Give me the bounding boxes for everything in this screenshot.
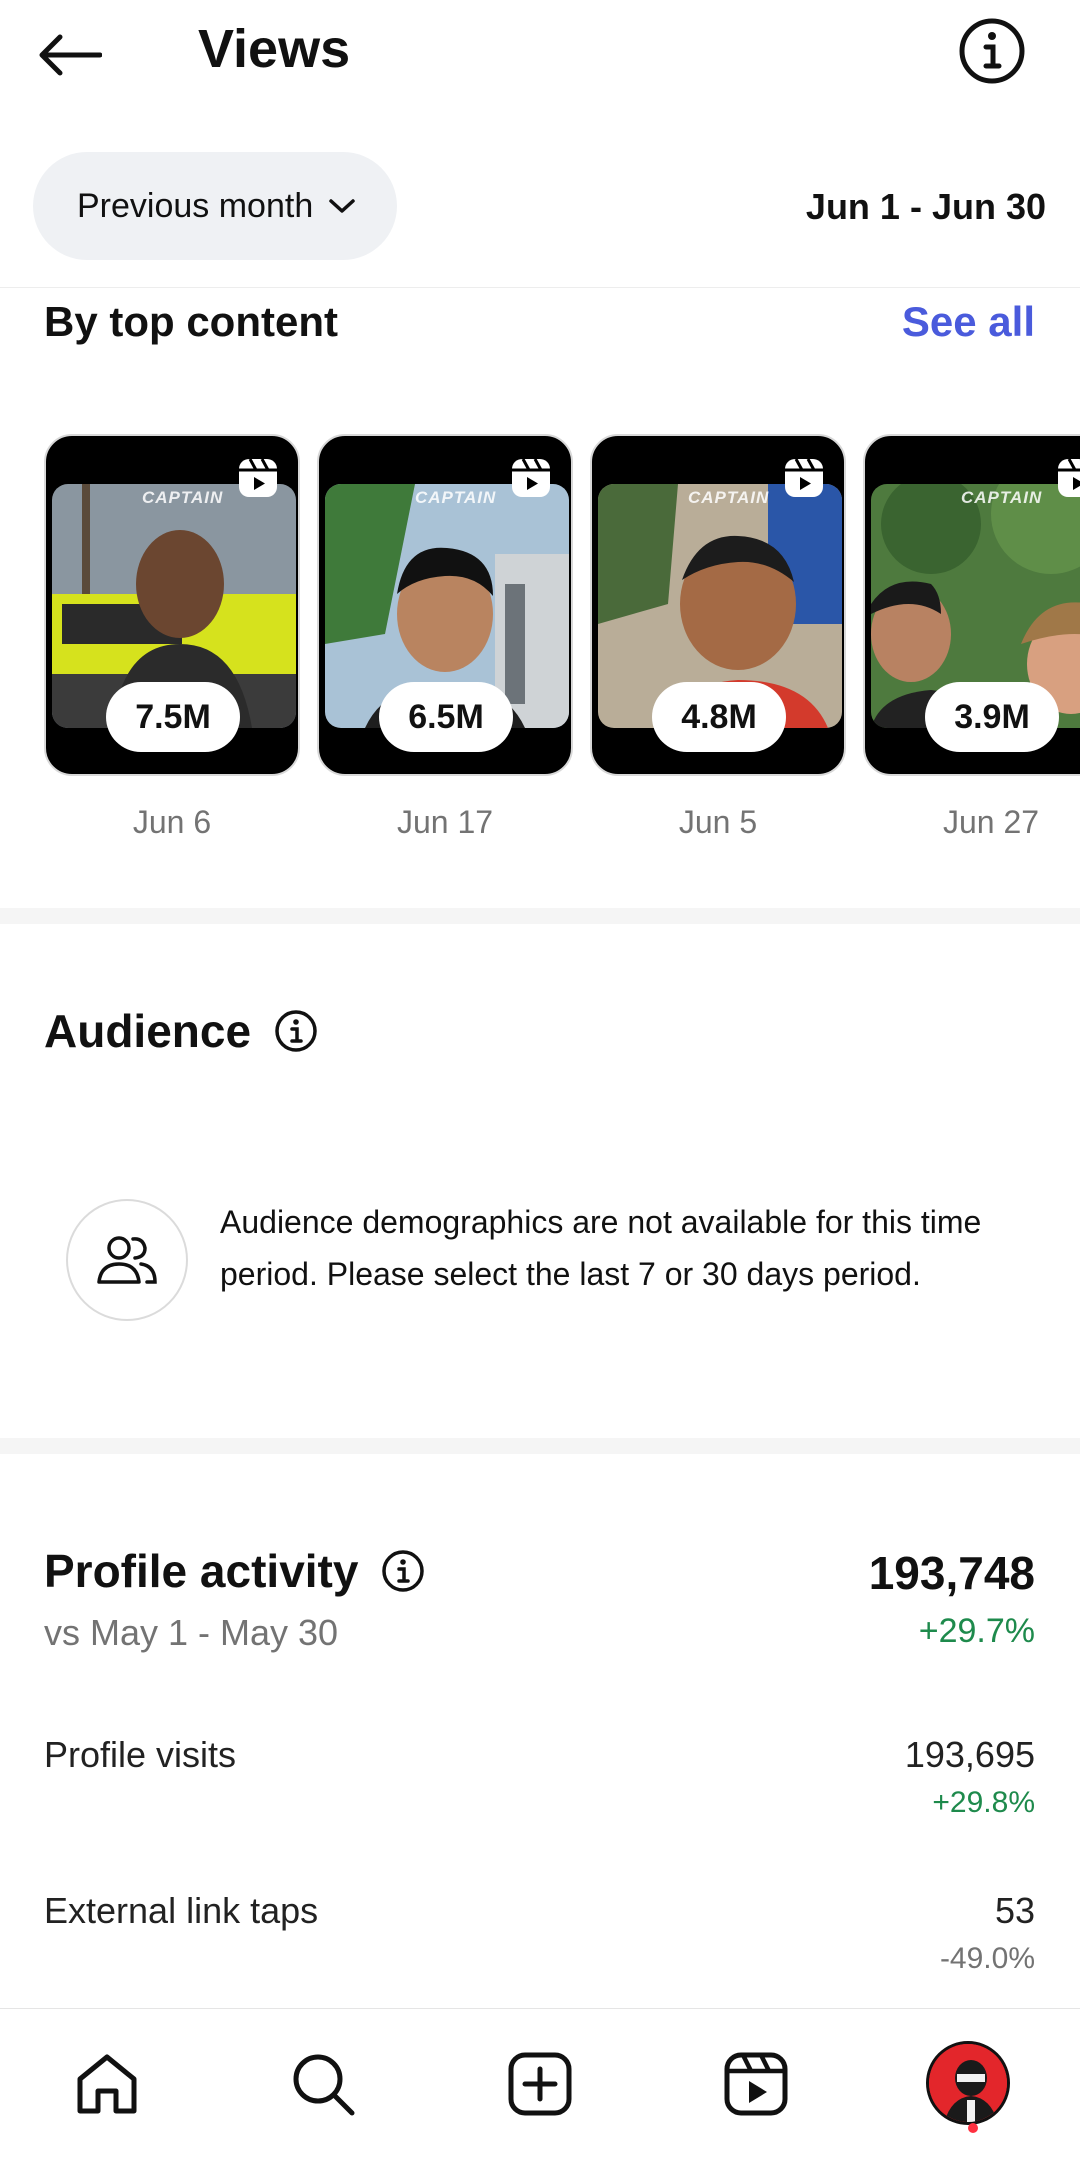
reel-item[interactable]: CAPTAIN 6.5M Jun 17 (317, 434, 573, 841)
views-count-badge: 7.5M (106, 682, 240, 752)
top-content-title: By top content (44, 298, 338, 345)
reel-item[interactable]: CAPTAIN 3.9M Jun 27 (863, 434, 1080, 841)
reel-thumbnail[interactable]: CAPTAIN 7.5M (44, 434, 300, 776)
top-app-bar: Views (0, 0, 1080, 110)
metric-value: 53 (994, 1890, 1035, 1931)
arrow-left-icon (39, 34, 102, 76)
reels-icon (785, 458, 823, 497)
comparison-period: vs May 1 - May 30 (44, 1612, 339, 1653)
reel-date: Jun 5 (678, 804, 758, 840)
metric-label: External link taps (44, 1890, 319, 1931)
info-button[interactable] (955, 14, 1029, 88)
views-count-badge: 4.8M (652, 682, 786, 752)
nav-create[interactable] (503, 2047, 577, 2121)
profile-avatar (926, 2041, 1010, 2125)
profile-activity-title: Profile activity (44, 1545, 359, 1597)
reel-thumbnail[interactable]: CAPTAIN 3.9M (863, 434, 1080, 776)
metric-change: -49.0% (939, 1942, 1035, 1975)
reel-caption: CAPTAIN (142, 488, 224, 507)
bottom-navigation (0, 2008, 1080, 2163)
metric-change: +29.8% (932, 1786, 1035, 1819)
profile-activity-header: Profile activity (44, 1544, 426, 1598)
date-filter-row: Previous month Jun 1 - Jun 30 (0, 140, 1080, 270)
info-icon[interactable] (380, 1548, 426, 1594)
divider (0, 287, 1080, 288)
date-range-label: Jun 1 - Jun 30 (805, 186, 1046, 227)
reel-date: Jun 6 (132, 804, 212, 840)
top-content-carousel[interactable]: CAPTAIN 7.5M Jun 6 CAPTAIN 6.5M Jun 17 C… (44, 434, 1080, 854)
nav-search[interactable] (286, 2047, 360, 2121)
section-divider (0, 908, 1080, 924)
nav-reels[interactable] (719, 2047, 793, 2121)
reels-icon (512, 458, 550, 497)
home-icon (77, 2054, 137, 2114)
back-button[interactable] (36, 20, 116, 90)
profile-activity-change: +29.7% (918, 1612, 1035, 1650)
audience-avatar (66, 1199, 188, 1321)
info-icon[interactable] (273, 1008, 319, 1054)
views-count-badge: 3.9M (925, 682, 1059, 752)
reel-item[interactable]: CAPTAIN 4.8M Jun 5 (590, 434, 846, 841)
audience-header: Audience (44, 1004, 319, 1058)
period-dropdown[interactable]: Previous month (33, 152, 397, 260)
reel-item[interactable]: CAPTAIN 7.5M Jun 6 (44, 434, 300, 841)
search-icon (293, 2054, 355, 2116)
create-icon (508, 2052, 572, 2116)
reel-thumbnail[interactable]: CAPTAIN 4.8M (590, 434, 846, 776)
reels-icon (1058, 458, 1080, 497)
reel-caption: CAPTAIN (415, 488, 497, 507)
chevron-down-icon (329, 199, 355, 213)
period-label: Previous month (77, 186, 314, 225)
nav-home[interactable] (70, 2047, 144, 2121)
metric-value: 193,695 (904, 1734, 1035, 1775)
audience-message-text: Audience demographics are not available … (220, 1204, 982, 1292)
section-divider (0, 1438, 1080, 1454)
nav-profile[interactable] (926, 2041, 1010, 2125)
reel-caption: CAPTAIN (961, 488, 1043, 507)
reel-date: Jun 27 (942, 804, 1040, 840)
people-icon (97, 1236, 157, 1284)
metric-label: Profile visits (44, 1734, 237, 1775)
reel-date: Jun 17 (396, 804, 494, 840)
reels-icon (724, 2052, 788, 2116)
notification-dot (968, 2123, 978, 2133)
audience-title: Audience (44, 1005, 252, 1057)
profile-activity-total: 193,748 (868, 1547, 1035, 1599)
views-count-badge: 6.5M (379, 682, 513, 752)
info-icon (959, 18, 1025, 84)
reel-thumbnail[interactable]: CAPTAIN 6.5M (317, 434, 573, 776)
see-all-link[interactable]: See all (902, 298, 1035, 346)
reels-icon (239, 458, 277, 497)
page-title: Views (198, 19, 351, 79)
reel-caption: CAPTAIN (688, 488, 770, 507)
